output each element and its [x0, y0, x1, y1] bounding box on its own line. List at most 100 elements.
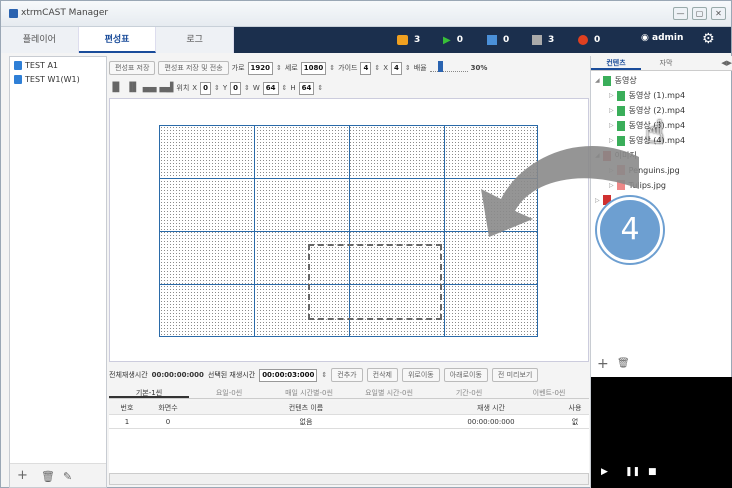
delete-content-button[interactable]: 컨삭제 [366, 368, 398, 382]
list-item[interactable]: TEST A1 [14, 61, 58, 70]
status-playing[interactable]: ▶ 0 [443, 33, 463, 47]
app-window: xtrmCAST Manager — ▢ ✕ 플레이어 편성표 로그 3 ▶ 0 … [0, 0, 732, 488]
expand-icon[interactable]: ▷ [609, 92, 614, 99]
table-cell: 0 [165, 418, 171, 426]
tree-item[interactable]: ▷ 동영상 (1).mp4 [609, 90, 685, 101]
add-content-button[interactable]: 컨추가 [331, 368, 363, 382]
guide-label: 가이드 [338, 64, 358, 72]
spinner-icon[interactable]: ⇕ [276, 64, 282, 72]
table-body [109, 429, 589, 473]
horizontal-scrollbar[interactable] [109, 473, 589, 485]
align-center-icon[interactable]: ▐▌ [126, 83, 140, 93]
drop-zone[interactable] [308, 244, 442, 320]
edit-icon[interactable]: ✎ [63, 470, 72, 483]
align-bottom-icon[interactable]: ▄▄ [143, 83, 157, 93]
status-error[interactable]: 0 [578, 33, 600, 47]
tab-log[interactable]: 로그 [156, 27, 235, 53]
h-input[interactable]: 64 [298, 81, 315, 95]
selected-time-label: 선택된 재생시간 [207, 371, 256, 379]
stop-icon [487, 35, 497, 45]
spinner-icon[interactable]: ⇕ [329, 64, 335, 72]
status-paused[interactable]: 3 [532, 33, 554, 47]
status-stopped[interactable]: 0 [487, 33, 509, 47]
window-title: xtrmCAST Manager [21, 8, 109, 18]
add-icon[interactable]: + [597, 356, 609, 372]
w-label: W [252, 84, 260, 92]
video-file-icon [616, 105, 625, 116]
width-input[interactable]: 1920 [247, 61, 274, 75]
height-label: 세로 [284, 64, 298, 72]
toolbar-align: ▐▌ ▐▌ ▄▄ ▄▟ 위치 X 0 ⇕ Y 0 ⇕ W 64 ⇕ H 64 ⇕ [109, 79, 589, 97]
move-down-button[interactable]: 아래로이동 [443, 368, 488, 382]
tree-folder-video[interactable]: ◢ 동영상 [595, 75, 637, 86]
tab-daily-hourly[interactable]: 매일 시간별-0씬 [269, 387, 349, 398]
gear-icon[interactable]: ⚙ [702, 31, 715, 47]
spinner-icon[interactable]: ⇕ [374, 64, 380, 72]
tab-event[interactable]: 이벤트-0씬 [509, 387, 589, 398]
slider-handle[interactable] [437, 61, 443, 72]
delete-icon[interactable]: 🗑 [41, 470, 55, 483]
user-menu[interactable]: ◉ admin [641, 33, 683, 43]
tab-schedule[interactable]: 편성표 [78, 27, 157, 53]
play-icon: ▶ [443, 34, 451, 46]
status-alert[interactable]: 3 [397, 33, 420, 47]
file-icon [14, 61, 22, 70]
spinner-icon[interactable]: ⇕ [214, 84, 220, 92]
tab-player[interactable]: 플레이어 [1, 27, 79, 53]
spinner-icon[interactable]: ⇕ [405, 64, 411, 72]
list-item[interactable]: TEST W1(W1) [14, 75, 80, 84]
x-label: X [192, 84, 198, 92]
collapse-icon[interactable]: ◢ [595, 77, 600, 84]
close-button[interactable]: ✕ [711, 7, 726, 20]
table-cell: 1 [124, 418, 130, 426]
spinner-icon[interactable]: ⇕ [244, 84, 250, 92]
add-icon[interactable]: + [17, 468, 28, 483]
tab-scroll-icon[interactable]: ◀▶ [691, 56, 732, 70]
width-label: 가로 [231, 64, 245, 72]
expand-icon[interactable]: ▷ [609, 107, 614, 114]
guide-y-input[interactable]: 4 [391, 61, 402, 75]
y-input[interactable]: 0 [230, 81, 241, 95]
x-input[interactable]: 0 [200, 81, 211, 95]
align-left-icon[interactable]: ▐▌ [109, 83, 123, 93]
pause-icon[interactable]: ❚❚ [625, 467, 640, 477]
stop-icon[interactable]: ■ [648, 467, 657, 477]
content-tabs: 컨텐츠 자막 ◀▶ [591, 56, 732, 71]
info-bar: 전체재생시간 00:00:00:000 선택된 재생시간 00:00:03:00… [109, 365, 589, 385]
total-time: 00:00:00:000 [151, 371, 204, 379]
zoom-slider[interactable] [429, 61, 468, 72]
toolbar-top: 편성표 저장 편성표 저장 및 전송 가로 1920 ⇕ 세로 1080 ⇕ 가이드… [109, 59, 589, 77]
height-input[interactable]: 1080 [300, 61, 327, 75]
play-icon[interactable]: ▶ [601, 467, 608, 477]
user-icon: ◉ [641, 33, 652, 43]
spinner-icon[interactable]: ⇕ [317, 84, 323, 92]
tab-period[interactable]: 기간-0씬 [429, 387, 509, 398]
step-badge: 4 [597, 197, 663, 263]
save-button[interactable]: 편성표 저장 [109, 61, 156, 75]
selected-time-input[interactable]: 00:00:03:000 [259, 368, 318, 382]
tab-weekday-hourly[interactable]: 요일별 시간-0씬 [349, 387, 429, 398]
tab-subtitles[interactable]: 자막 [641, 56, 691, 70]
spinner-icon[interactable]: ⇕ [282, 84, 288, 92]
table-row[interactable]: 1 0 없음 00:00:00:000 없 [109, 415, 589, 429]
w-input[interactable]: 64 [262, 81, 279, 95]
column-header: 사용 [568, 404, 582, 412]
tab-basic[interactable]: 기본-1씬 [109, 387, 189, 398]
minimize-button[interactable]: — [673, 7, 688, 20]
guide-x-input[interactable]: 4 [360, 61, 372, 75]
schedule-list: TEST A1 TEST W1(W1) + 🗑 ✎ [9, 56, 107, 488]
maximize-button[interactable]: ▢ [692, 7, 707, 20]
delete-icon[interactable]: 🗑 [617, 358, 630, 369]
save-send-button[interactable]: 편성표 저장 및 전송 [158, 61, 229, 75]
table-cell: 없음 [299, 418, 313, 426]
guide-separator: X [383, 64, 389, 72]
app-icon [9, 9, 18, 18]
spinner-icon[interactable]: ⇕ [321, 371, 327, 379]
table-cell: 없 [571, 418, 579, 426]
move-up-button[interactable]: 위로이동 [401, 368, 440, 382]
tab-weekday[interactable]: 요일-0씬 [189, 387, 269, 398]
preview-button[interactable]: 전 미리보기 [491, 368, 539, 382]
tab-contents[interactable]: 컨텐츠 [591, 56, 641, 70]
align-right-icon[interactable]: ▄▟ [160, 83, 174, 93]
file-icon [14, 75, 22, 84]
